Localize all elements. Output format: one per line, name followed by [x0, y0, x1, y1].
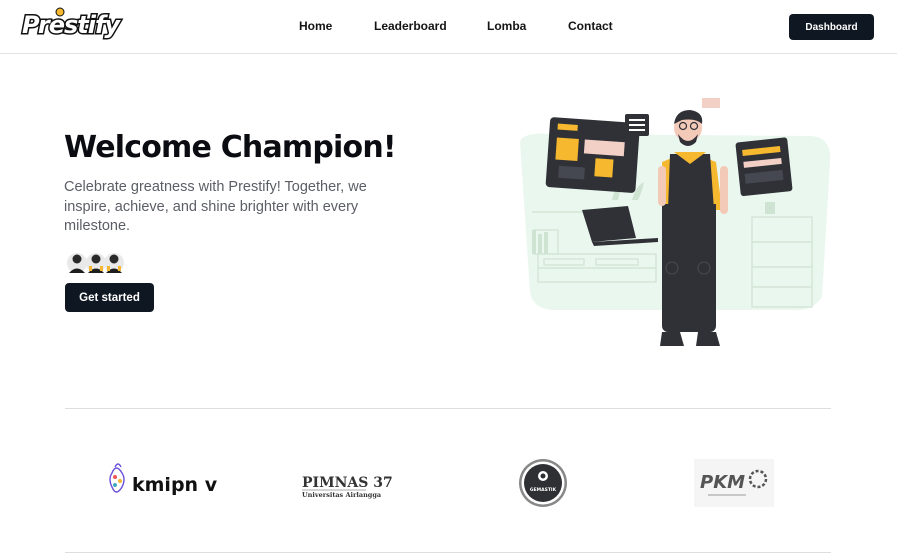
pimnas-logo: PIMNAS 37 Universitas Airlangga — [302, 475, 393, 499]
pimnas-subtext: Universitas Airlangga — [302, 491, 382, 499]
pimnas-wordmark: PIMNAS 37 — [302, 475, 393, 491]
svg-text:Prestify: Prestify — [22, 11, 121, 39]
section-divider — [65, 552, 831, 553]
pkm-wordmark: PKM — [700, 472, 745, 493]
avatar — [86, 253, 106, 273]
hero-title: Welcome Champion! — [64, 130, 397, 165]
avatar — [67, 253, 87, 273]
gemastik-wordmark: GEMASTIK — [530, 487, 557, 493]
section-divider — [65, 408, 831, 409]
kmipn-wordmark: kmipn v — [132, 474, 218, 496]
get-started-button[interactable]: Get started — [65, 283, 154, 312]
kmipn-logo: kmipn v — [109, 463, 218, 496]
hero-description: Celebrate greatness with Prestify! Toget… — [64, 179, 367, 234]
nav-contact[interactable]: Contact — [568, 19, 613, 33]
nav-home[interactable]: Home — [299, 19, 332, 33]
dashboard-button[interactable]: Dashboard — [789, 14, 874, 40]
gemastik-logo: GEMASTIK — [519, 459, 567, 507]
pkm-logo: PKM — [694, 459, 774, 507]
community-avatars — [67, 253, 124, 273]
prestify-logo[interactable]: Prestify — [20, 6, 124, 46]
hero-illustration — [520, 98, 831, 346]
nav-leaderboard[interactable]: Leaderboard — [374, 19, 447, 33]
avatar — [104, 253, 124, 273]
nav-lomba[interactable]: Lomba — [487, 19, 526, 33]
navbar: Prestify Home Leaderboard Lomba Contact … — [0, 0, 897, 54]
